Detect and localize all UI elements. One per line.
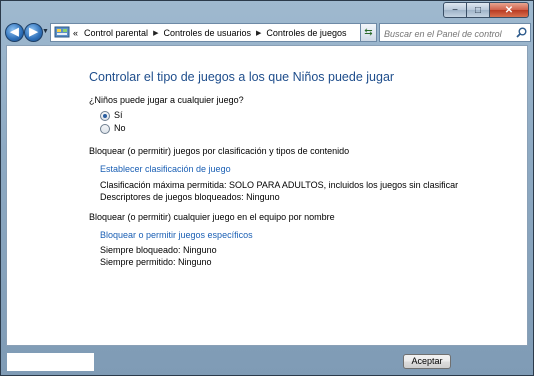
- radio-no-label[interactable]: No: [114, 123, 126, 133]
- window-frame: − □ ✕ ◀ ▶ ▼ « Control parental ▶ Control…: [0, 0, 534, 376]
- breadcrumb-control-parental[interactable]: Control parental: [84, 28, 148, 38]
- title-bar: − □ ✕: [1, 1, 533, 21]
- always-blocked-text: Siempre bloqueado: Ninguno: [100, 245, 217, 255]
- radio-option-yes[interactable]: Sí: [100, 110, 123, 121]
- refresh-button[interactable]: ⇆: [360, 23, 377, 42]
- play-any-game-question: ¿Niños puede jugar a cualquier juego?: [89, 95, 244, 105]
- breadcrumb-arrow-icon[interactable]: ▶: [153, 29, 158, 37]
- breadcrumb-controles-de-juegos[interactable]: Controles de juegos: [266, 28, 346, 38]
- radio-no[interactable]: [100, 123, 110, 134]
- max-rating-text: Clasificación máxima permitida: SOLO PAR…: [100, 180, 459, 190]
- main-content: Controlar el tipo de juegos a los que Ni…: [6, 45, 528, 346]
- breadcrumb-overflow-icon[interactable]: «: [73, 28, 78, 38]
- forward-button[interactable]: ▶: [24, 23, 43, 42]
- maximize-button[interactable]: □: [466, 2, 490, 18]
- navigation-bar: ◀ ▶ ▼ « Control parental ▶ Controles de …: [1, 22, 533, 44]
- blocked-descriptors-text: Descriptores de juegos bloqueados: Ningu…: [100, 192, 280, 202]
- recent-pages-chevron-down-icon[interactable]: ▼: [42, 28, 49, 35]
- address-bar[interactable]: « Control parental ▶ Controles de usuari…: [50, 23, 374, 42]
- block-specific-games-link[interactable]: Bloquear o permitir juegos específicos: [100, 230, 253, 240]
- radio-yes[interactable]: [100, 110, 110, 121]
- status-area: [7, 353, 94, 371]
- breadcrumb-arrow-icon[interactable]: ▶: [256, 29, 261, 37]
- close-button[interactable]: ✕: [489, 2, 529, 18]
- name-section-heading: Bloquear (o permitir) cualquier juego en…: [89, 212, 335, 222]
- window-controls: − □ ✕: [443, 2, 529, 18]
- set-game-rating-link[interactable]: Establecer clasificación de juego: [100, 164, 231, 174]
- accept-button[interactable]: Aceptar: [403, 354, 451, 369]
- radio-option-no[interactable]: No: [100, 123, 126, 134]
- search-icon[interactable]: [516, 27, 527, 38]
- always-allowed-text: Siempre permitido: Ninguno: [100, 257, 212, 267]
- minimize-button[interactable]: −: [443, 2, 467, 18]
- radio-yes-label[interactable]: Sí: [114, 110, 123, 120]
- breadcrumb-controles-de-usuarios[interactable]: Controles de usuarios: [163, 28, 251, 38]
- search-input[interactable]: [380, 25, 514, 43]
- page-title: Controlar el tipo de juegos a los que Ni…: [89, 70, 395, 84]
- control-panel-icon: [54, 26, 70, 38]
- footer-bar: Aceptar: [6, 346, 528, 372]
- search-box[interactable]: [379, 23, 531, 43]
- rating-section-heading: Bloquear (o permitir) juegos por clasifi…: [89, 146, 350, 156]
- back-button[interactable]: ◀: [5, 23, 24, 42]
